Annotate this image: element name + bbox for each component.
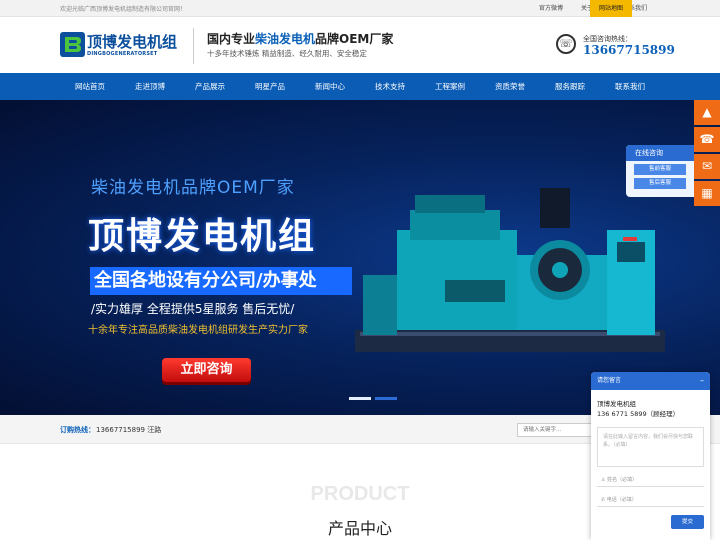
banner-highlight-box: 全国各地设有分公司/办事处 — [90, 267, 352, 295]
top-link-weibo[interactable]: 官方微博 — [530, 0, 572, 17]
hotline-number: 13667715899 — [583, 43, 675, 57]
submit-button[interactable]: 提交 — [671, 515, 704, 529]
nav-cases[interactable]: 工程案例 — [420, 73, 480, 100]
header-subslogan: 十多年技术锤炼 精益制造、经久耐用、安全稳定 — [207, 49, 367, 58]
generator-image — [355, 188, 665, 352]
nav-honors[interactable]: 资质荣誉 — [480, 73, 540, 100]
message-company: 顶博发电机组 — [597, 400, 636, 408]
slogan-suffix: 品牌OEM厂家 — [315, 32, 394, 46]
message-contact: 136 6771 5899（顾经理） — [597, 410, 680, 418]
nav-home[interactable]: 网站首页 — [60, 73, 120, 100]
logo-icon[interactable] — [60, 32, 85, 57]
nav-about[interactable]: 走进顶博 — [120, 73, 180, 100]
back-to-top-icon[interactable]: ▲ — [694, 100, 720, 125]
order-hotline-label: 订购热线： — [60, 426, 95, 434]
aftersale-service-button[interactable]: 售后客服 — [634, 178, 686, 189]
right-sidebar: ▲ ☎ ✉ ▦ — [694, 100, 720, 208]
online-chat-panel: 在线咨询 售前客服 售后客服 — [626, 145, 694, 197]
message-box-header[interactable]: 请您留言 – — [591, 372, 710, 390]
banner-title: 顶博发电机组 — [88, 216, 317, 257]
phone-field[interactable]: ✆ 电话（必填） — [597, 493, 704, 507]
nav-products[interactable]: 产品展示 — [180, 73, 240, 100]
welcome-text: 欢迎光临广西顶博发电机组制造有限公司官网！ — [60, 6, 187, 13]
message-textarea[interactable]: 请在此输入留言内容，我们会尽快与您联系。（必填） — [597, 427, 704, 467]
phone-icon: ☏ — [556, 34, 576, 54]
nav-tech-support[interactable]: 技术支持 — [360, 73, 420, 100]
sitemap-link[interactable]: 网站地图 — [590, 0, 632, 17]
online-chat-title: 在线咨询 — [626, 145, 694, 161]
phone-placeholder: 电话（必填） — [606, 497, 637, 503]
main-nav: 网站首页 走进顶博 产品展示 明星产品 新闻中心 技术支持 工程案例 资质荣誉 … — [0, 73, 720, 100]
message-box-title: 请您留言 — [597, 377, 622, 384]
chat-icon[interactable]: ✉ — [694, 154, 720, 179]
order-hotline-value: 13667715899 汪路 — [96, 426, 162, 434]
slide-indicator-1[interactable] — [349, 397, 371, 400]
logo-text[interactable]: 顶博发电机组 — [87, 31, 177, 52]
minimize-icon[interactable]: – — [700, 372, 704, 390]
slogan-highlight: 柴油发电机 — [255, 32, 316, 46]
logo-subtext: DINGBOGENERATORSET — [87, 51, 158, 57]
hero-banner[interactable]: 柴油发电机品牌OEM厂家 顶博发电机组 全国各地设有分公司/办事处 /实力雄厚 … — [0, 100, 720, 415]
search-input[interactable] — [517, 423, 599, 437]
message-box: 请您留言 – 顶博发电机组 136 6771 5899（顾经理） 请在此输入留言… — [591, 372, 710, 540]
header: 顶博发电机组 DINGBOGENERATORSET 国内专业柴油发电机品牌OEM… — [0, 17, 720, 73]
name-placeholder: 姓名（必填） — [607, 477, 638, 483]
banner-description: 十余年专注高品质柴油发电机组研发生产实力厂家 — [88, 325, 308, 336]
qrcode-icon[interactable]: ▦ — [694, 181, 720, 206]
presale-service-button[interactable]: 售前客服 — [634, 164, 686, 175]
slide-indicator-2[interactable] — [375, 397, 397, 400]
nav-contact[interactable]: 联系我们 — [600, 73, 660, 100]
nav-news[interactable]: 新闻中心 — [300, 73, 360, 100]
header-divider — [193, 28, 194, 64]
top-bar: 欢迎光临广西顶博发电机组制造有限公司官网！ 官方微博 关于我们 联系我们 网站地… — [0, 0, 720, 17]
nav-service[interactable]: 服务跟踪 — [540, 73, 600, 100]
slogan-prefix: 国内专业 — [207, 32, 256, 46]
nav-star-products[interactable]: 明星产品 — [240, 73, 300, 100]
consult-button[interactable]: 立即咨询 — [162, 358, 251, 382]
header-slogan: 国内专业柴油发电机品牌OEM厂家 — [207, 30, 393, 47]
phone-call-icon[interactable]: ☎ — [694, 127, 720, 152]
banner-tagline: 柴油发电机品牌OEM厂家 — [91, 178, 295, 198]
name-field[interactable]: ♙ 姓名（必填） — [597, 473, 704, 487]
banner-subtitle: /实力雄厚 全程提供5星服务 售后无忧/ — [91, 302, 295, 316]
